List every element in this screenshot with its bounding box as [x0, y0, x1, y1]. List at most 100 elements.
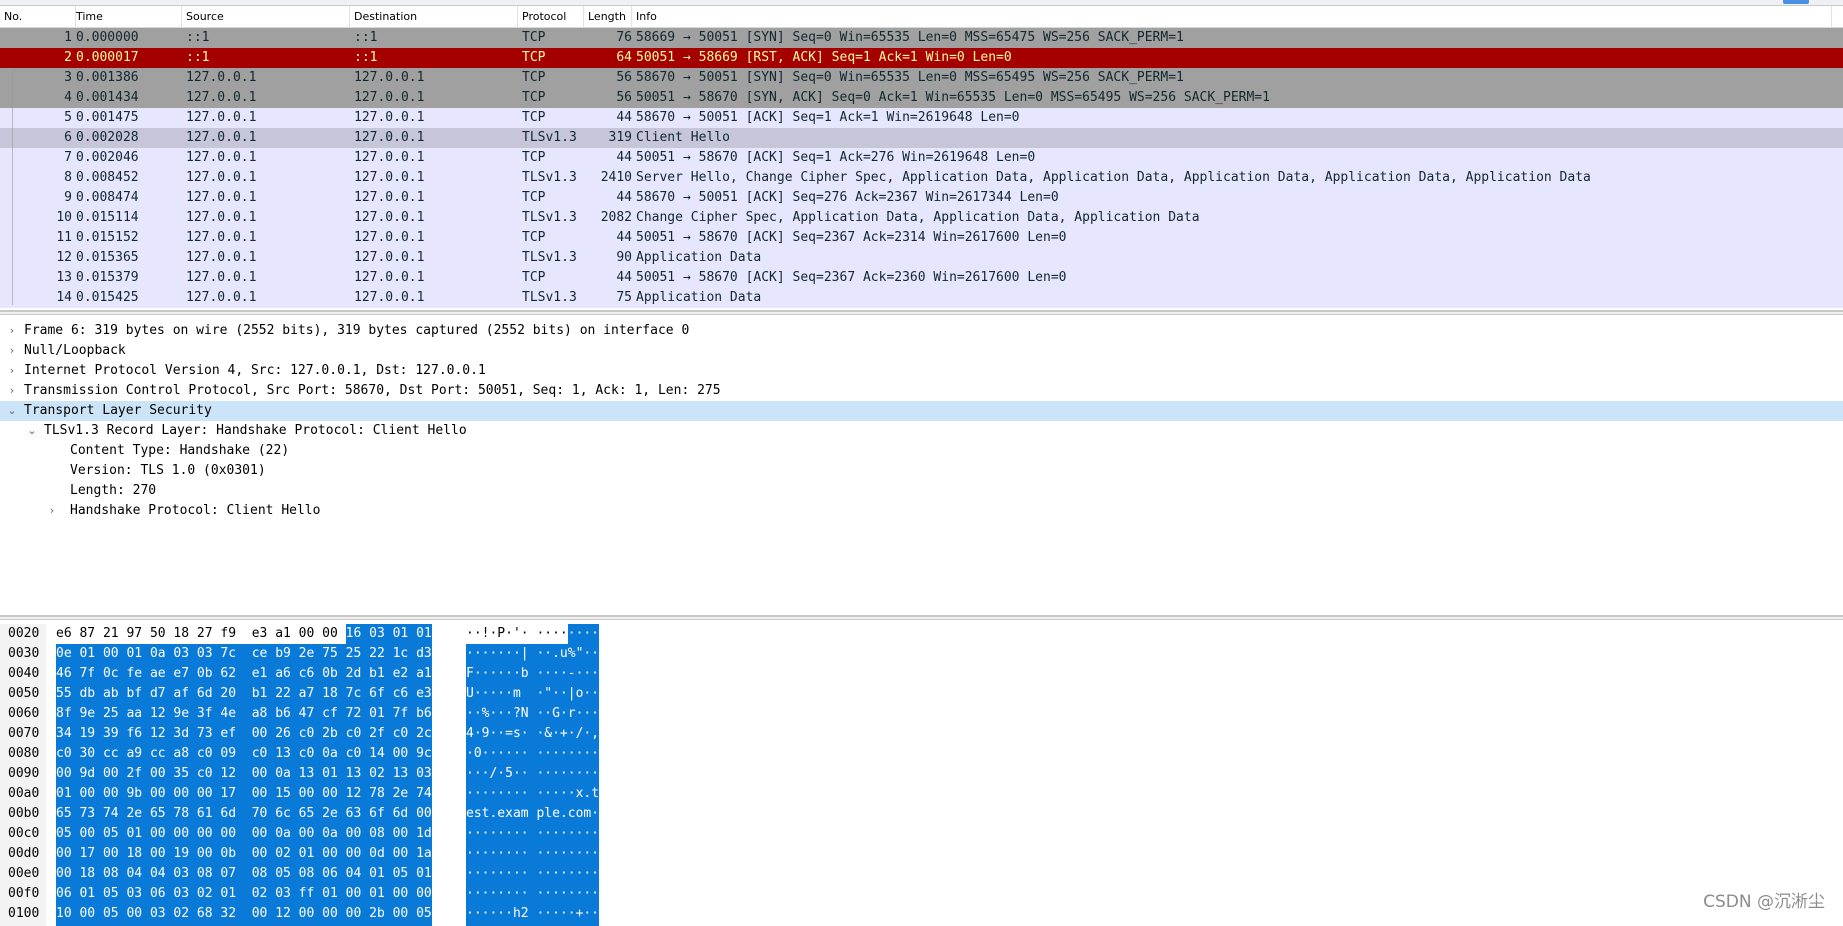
- hex-byte[interactable]: 7f: [79, 664, 103, 684]
- hex-byte[interactable]: 00: [345, 904, 370, 924]
- hex-byte[interactable]: 19: [173, 844, 197, 864]
- hex-byte[interactable]: 00: [392, 844, 417, 864]
- hex-byte[interactable]: 0b: [322, 664, 346, 684]
- hex-ascii[interactable]: F······b ····-···: [466, 664, 600, 684]
- hex-byte[interactable]: 00: [149, 824, 174, 844]
- hex-byte[interactable]: 01: [322, 884, 346, 904]
- hex-byte[interactable]: 0a: [275, 764, 299, 784]
- detail-row[interactable]: › Internet Protocol Version 4, Src: 127.0…: [0, 361, 1843, 381]
- hex-byte[interactable]: 00: [196, 824, 221, 844]
- hex-byte[interactable]: a8: [251, 704, 276, 724]
- hex-byte[interactable]: 62: [220, 664, 252, 684]
- hex-byte[interactable]: 32: [220, 904, 252, 924]
- hex-bytes[interactable]: 05 00 05 01 00 00 00 00 00 0a 00 0a 00 0…: [56, 824, 432, 844]
- hex-byte[interactable]: 00: [173, 824, 197, 844]
- hex-byte[interactable]: 01: [126, 824, 150, 844]
- hex-bytes[interactable]: 34 19 39 f6 12 3d 73 ef 00 26 c0 2b c0 2…: [56, 724, 432, 744]
- hex-byte[interactable]: a6: [275, 664, 299, 684]
- hex-byte[interactable]: 13: [345, 764, 370, 784]
- detail-row[interactable]: › Frame 6: 319 bytes on wire (2552 bits),…: [0, 321, 1843, 341]
- hex-byte[interactable]: 08: [196, 864, 221, 884]
- hex-bytes[interactable]: 46 7f 0c fe ae e7 0b 62 e1 a6 c6 0b 2d b…: [56, 664, 432, 684]
- hex-byte[interactable]: 12: [275, 904, 299, 924]
- hex-byte[interactable]: 00: [251, 824, 276, 844]
- hex-byte[interactable]: a9: [126, 744, 150, 764]
- packet-row[interactable]: 14 0.015425 127.0.0.1 127.0.0.1 TLSv1.3 75 App…: [0, 288, 1843, 308]
- hex-byte[interactable]: 05: [392, 864, 417, 884]
- hex-byte[interactable]: 04: [126, 864, 150, 884]
- packet-row[interactable]: 1 0.000000::1::1 TCP 76 58669 → 50051 [SYN] …: [0, 28, 1843, 48]
- hex-byte[interactable]: 0d: [369, 844, 393, 864]
- hex-bytes[interactable]: 06 01 05 03 06 03 02 01 02 03 ff 01 00 0…: [56, 884, 432, 904]
- hex-byte[interactable]: 10: [56, 904, 80, 924]
- hex-byte[interactable]: 00: [251, 844, 276, 864]
- hex-byte[interactable]: 6c: [275, 804, 299, 824]
- hex-byte[interactable]: 00: [196, 844, 221, 864]
- hex-byte[interactable]: 06: [322, 864, 346, 884]
- hex-byte[interactable]: c6: [392, 684, 417, 704]
- hex-byte[interactable]: 0c: [102, 664, 127, 684]
- hex-byte[interactable]: 3f: [196, 704, 221, 724]
- hex-byte[interactable]: 00: [251, 784, 276, 804]
- hex-byte[interactable]: 01: [322, 764, 346, 784]
- hex-byte[interactable]: 08: [102, 864, 127, 884]
- hex-byte[interactable]: 00: [56, 864, 80, 884]
- hex-byte[interactable]: cc: [102, 744, 127, 764]
- hex-byte[interactable]: 04: [345, 864, 370, 884]
- hex-ascii[interactable]: ········ ········: [466, 824, 600, 844]
- column-header-time[interactable]: Time: [72, 6, 182, 28]
- hex-byte[interactable]: 00: [392, 884, 417, 904]
- hex-byte[interactable]: 03: [126, 884, 150, 904]
- hex-bytes[interactable]: 65 73 74 2e 65 78 61 6d 70 6c 65 2e 63 6…: [56, 804, 432, 824]
- hex-byte[interactable]: b1: [251, 684, 276, 704]
- hex-byte[interactable]: 00: [298, 784, 323, 804]
- hex-byte[interactable]: 9d: [79, 764, 103, 784]
- packet-row[interactable]: 13 0.015379 127.0.0.1 127.0.0.1 TCP 44 50051 →…: [0, 268, 1843, 288]
- hex-byte[interactable]: 01: [392, 624, 417, 644]
- hex-byte[interactable]: 00: [416, 804, 432, 824]
- hex-byte[interactable]: 39: [102, 724, 127, 744]
- hex-byte[interactable]: 00: [392, 824, 417, 844]
- hex-bytes[interactable]: 00 17 00 18 00 19 00 0b 00 02 01 00 00 0…: [56, 844, 432, 864]
- hex-bytes[interactable]: c0 30 cc a9 cc a8 c0 09 c0 13 c0 0a c0 1…: [56, 744, 432, 764]
- hex-byte[interactable]: 2b: [369, 904, 393, 924]
- hex-byte[interactable]: 01: [79, 644, 103, 664]
- packet-row[interactable]: 8 0.008452 127.0.0.1 127.0.0.1 TLSv1.3 2410 Se…: [0, 168, 1843, 188]
- hex-byte[interactable]: 0b: [196, 664, 221, 684]
- detail-row[interactable]: Length: 270: [0, 481, 1843, 501]
- hex-byte[interactable]: f6: [126, 724, 150, 744]
- hex-byte[interactable]: c0: [345, 724, 370, 744]
- hex-byte[interactable]: 18: [173, 624, 196, 644]
- hex-bytes[interactable]: 00 9d 00 2f 00 35 c0 12 00 0a 13 01 13 0…: [56, 764, 432, 784]
- hex-byte[interactable]: 00: [251, 904, 276, 924]
- packet-row[interactable]: 2 0.000017::1::1 TCP 64 50051 → 58669 [RST, …: [0, 48, 1843, 68]
- hex-ascii[interactable]: U·····m ·"··|o··: [466, 684, 600, 704]
- hex-byte[interactable]: 21: [103, 624, 126, 644]
- detail-row[interactable]: › Handshake Protocol: Client Hello: [0, 501, 1843, 521]
- hex-byte[interactable]: 14: [369, 744, 393, 764]
- hex-byte[interactable]: 15: [275, 784, 299, 804]
- hex-byte[interactable]: 00: [56, 844, 80, 864]
- hex-byte[interactable]: 01: [126, 644, 150, 664]
- detail-row[interactable]: ⌄ Transport Layer Security: [0, 401, 1843, 421]
- hex-ascii[interactable]: ········ ········: [466, 864, 600, 884]
- detail-row[interactable]: › Transmission Control Protocol, Src Port…: [0, 381, 1843, 401]
- column-header-length[interactable]: Length: [584, 6, 632, 28]
- hex-byte[interactable]: 13: [392, 764, 417, 784]
- hex-byte[interactable]: 00: [416, 884, 432, 904]
- hex-ascii[interactable]: ··!·P·'· ········: [466, 624, 600, 644]
- hex-byte[interactable]: 6d: [220, 804, 252, 824]
- hex-byte[interactable]: ce: [251, 644, 276, 664]
- hex-byte[interactable]: 00: [298, 824, 323, 844]
- detail-row[interactable]: Version: TLS 1.0 (0x0301): [0, 461, 1843, 481]
- hex-byte[interactable]: 00: [102, 844, 127, 864]
- hex-byte[interactable]: 00: [392, 904, 417, 924]
- hex-bytes[interactable]: e6 87 21 97 50 18 27 f9 e3 a1 00 00 16 0…: [56, 624, 432, 644]
- hex-byte[interactable]: 6d: [196, 684, 221, 704]
- hex-byte[interactable]: 2e: [298, 644, 323, 664]
- hex-byte[interactable]: c0: [196, 744, 221, 764]
- hex-byte[interactable]: 7f: [392, 704, 417, 724]
- hex-byte[interactable]: c0: [56, 744, 80, 764]
- hex-byte[interactable]: e2: [392, 664, 417, 684]
- hex-byte[interactable]: 00: [102, 764, 127, 784]
